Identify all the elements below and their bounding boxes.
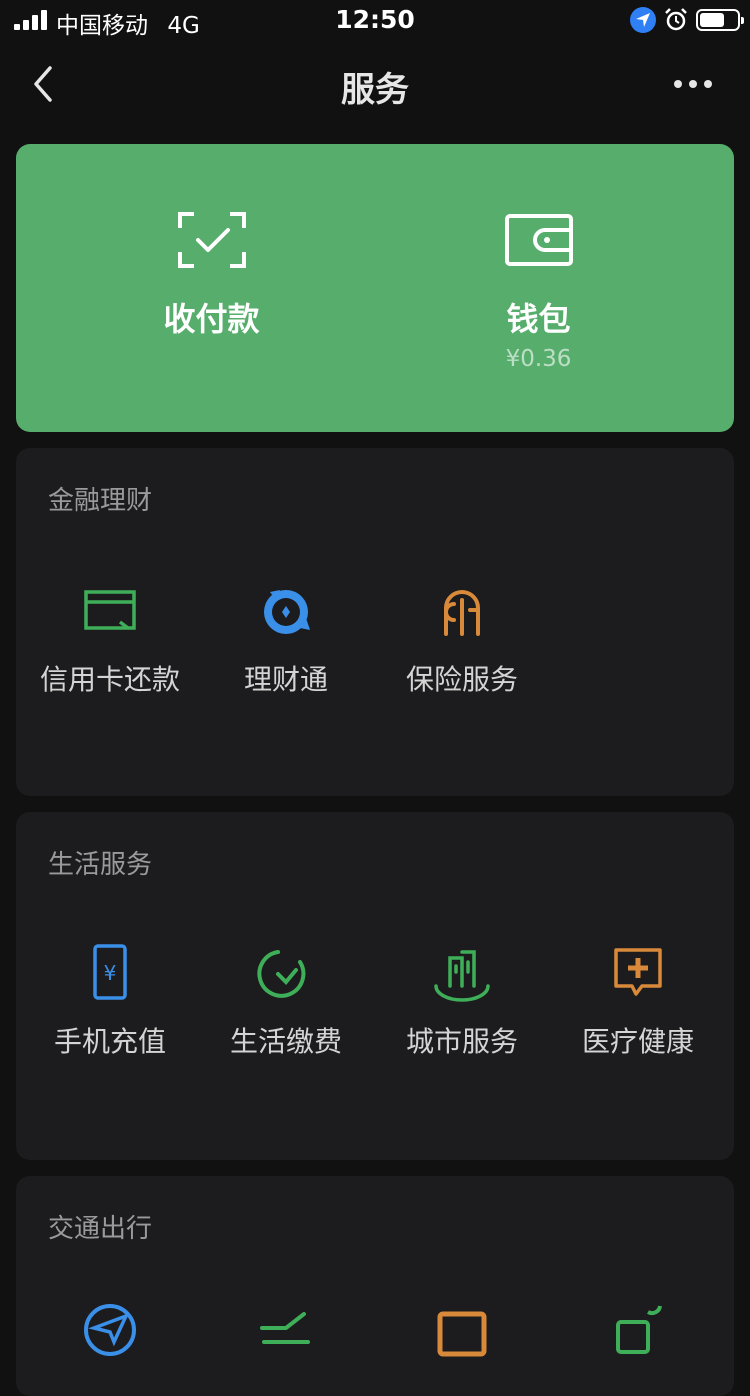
city-icon xyxy=(434,950,490,1002)
wallet-balance: ¥0.36 xyxy=(505,346,572,372)
scan-check-icon xyxy=(177,212,246,268)
insurance-button[interactable]: 保险服务 xyxy=(374,580,550,698)
location-icon xyxy=(630,7,656,33)
pay-button[interactable]: 收付款 xyxy=(32,144,391,432)
svg-text:¥: ¥ xyxy=(104,961,117,985)
bus-icon xyxy=(437,1311,487,1357)
battery-icon xyxy=(696,9,744,31)
city-button[interactable]: 城市服务 xyxy=(374,942,550,1060)
status-icons xyxy=(630,6,744,34)
credit-card-button[interactable]: 信用卡还款 xyxy=(22,580,198,698)
wallet-icon xyxy=(504,214,573,266)
wealth-button[interactable]: 理财通 xyxy=(198,580,374,698)
medical-button[interactable]: 医疗健康 xyxy=(550,942,726,1060)
phone-recharge-button[interactable]: ¥ 手机充值 xyxy=(22,942,198,1060)
insurance-icon xyxy=(444,590,480,636)
utility-label: 生活缴费 xyxy=(229,1025,342,1058)
utility-icon xyxy=(257,950,306,998)
more-icon[interactable] xyxy=(674,72,714,96)
city-label: 城市服务 xyxy=(405,1025,518,1058)
medical-label: 医疗健康 xyxy=(581,1025,694,1058)
credit-card-label: 信用卡还款 xyxy=(39,663,180,696)
wallet-card: 收付款 钱包 ¥0.36 xyxy=(16,144,734,432)
page-title: 服务 xyxy=(341,70,409,110)
phone-recharge-label: 手机充值 xyxy=(53,1025,166,1058)
life-section: 生活服务 ¥ 手机充值 生活缴费 城市服务 医疗健康 xyxy=(16,812,734,1160)
utility-button[interactable]: 生活缴费 xyxy=(198,942,374,1060)
wallet-label: 钱包 xyxy=(506,300,571,338)
phone-recharge-icon: ¥ xyxy=(93,944,127,1000)
wealth-icon xyxy=(264,590,310,634)
train-icon xyxy=(260,1312,310,1344)
wealth-label: 理财通 xyxy=(243,663,328,696)
credit-card-icon xyxy=(84,590,136,630)
transport-section: 交通出行 xyxy=(16,1176,734,1396)
plane-button[interactable] xyxy=(22,1298,198,1358)
hotel-button[interactable] xyxy=(550,1298,726,1358)
section-title: 交通出行 xyxy=(48,1214,153,1244)
pay-label: 收付款 xyxy=(163,300,260,338)
bus-button[interactable] xyxy=(374,1298,550,1358)
insurance-label: 保险服务 xyxy=(405,663,518,696)
wallet-button[interactable]: 钱包 ¥0.36 xyxy=(359,144,718,432)
medical-icon xyxy=(614,948,662,996)
nav-bar: 服务 xyxy=(0,48,750,120)
section-title: 生活服务 xyxy=(48,850,153,880)
plane-icon xyxy=(84,1304,136,1356)
finance-section: 金融理财 信用卡还款 理财通 保险服务 xyxy=(16,448,734,796)
section-title: 金融理财 xyxy=(48,486,153,516)
hotel-icon xyxy=(616,1305,662,1354)
status-bar: 中国移动 4G 12:50 xyxy=(0,0,750,40)
alarm-icon xyxy=(665,8,687,31)
train-button[interactable] xyxy=(198,1298,374,1358)
